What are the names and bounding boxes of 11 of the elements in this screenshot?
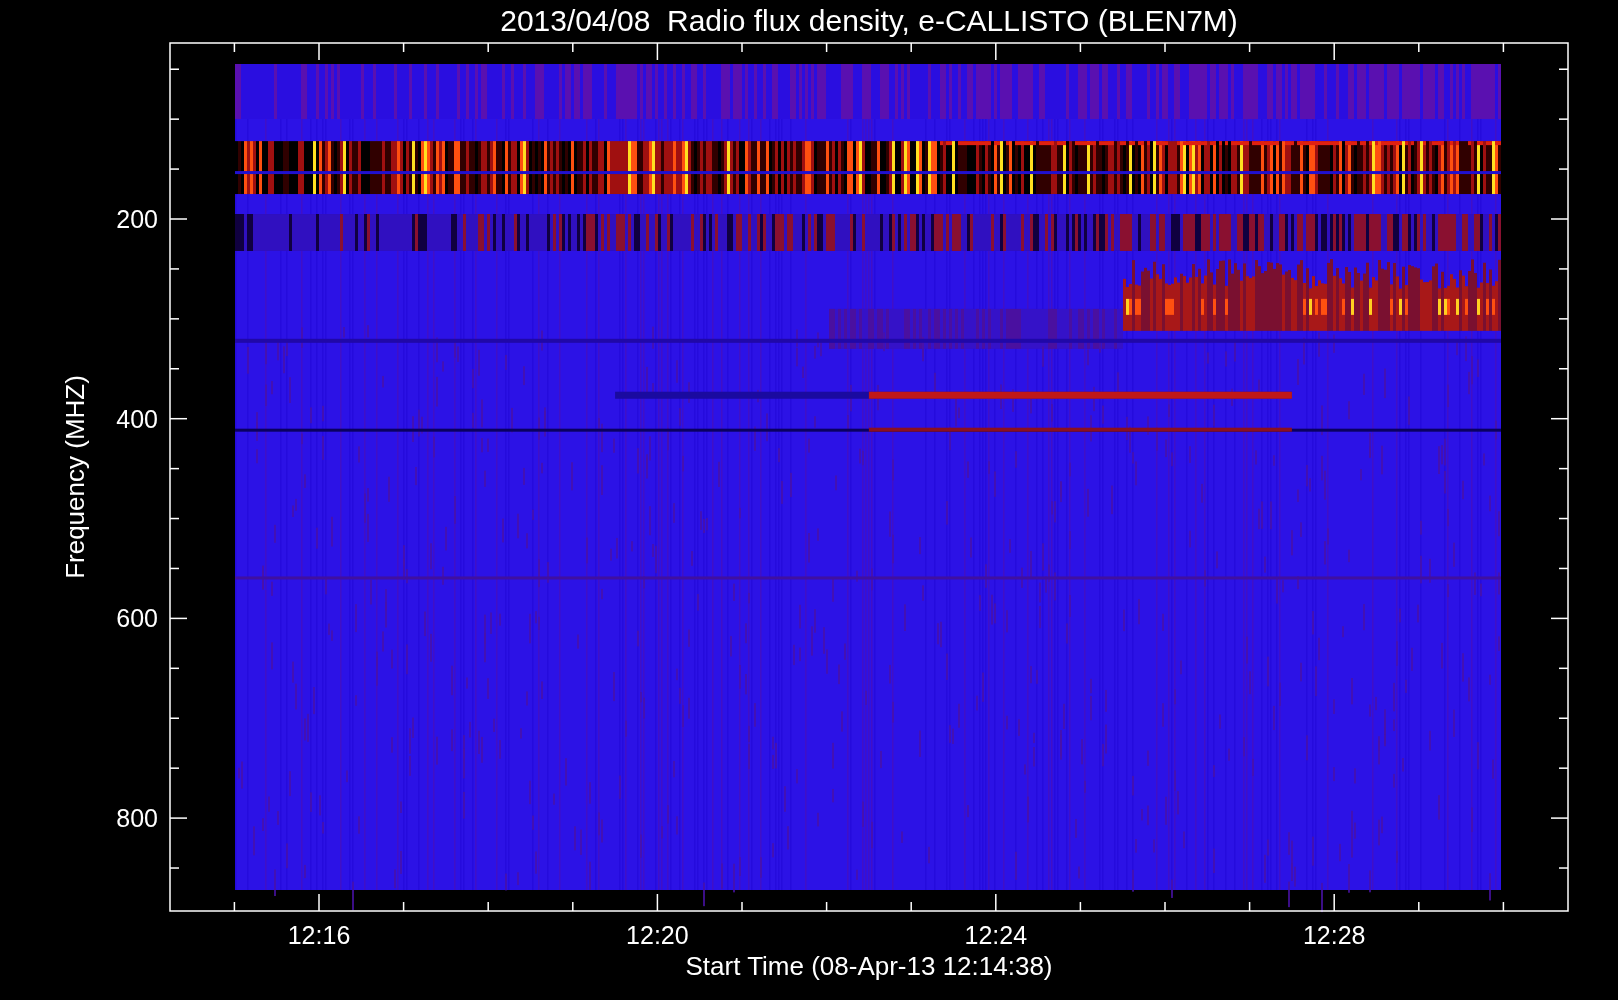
y-tick-label: 800 [116, 804, 158, 833]
x-tick-label: 12:20 [626, 921, 689, 949]
y-axis-label: Frequency (MHZ) [60, 375, 90, 579]
y-tick-label: 400 [116, 404, 158, 433]
x-tick-label: 12:28 [1302, 921, 1366, 949]
chart-title: 2013/04/08 Radio flux density, e-CALLISTO (BLEN7M) [500, 4, 1238, 37]
x-axis-label: Start Time (08-Apr-13 12:14:38) [685, 951, 1053, 981]
y-tick-label: 200 [116, 205, 158, 233]
x-tick-label: 12:24 [964, 921, 1028, 949]
y-tick-label: 600 [116, 604, 158, 633]
x-tick-label: 12:16 [287, 921, 351, 949]
